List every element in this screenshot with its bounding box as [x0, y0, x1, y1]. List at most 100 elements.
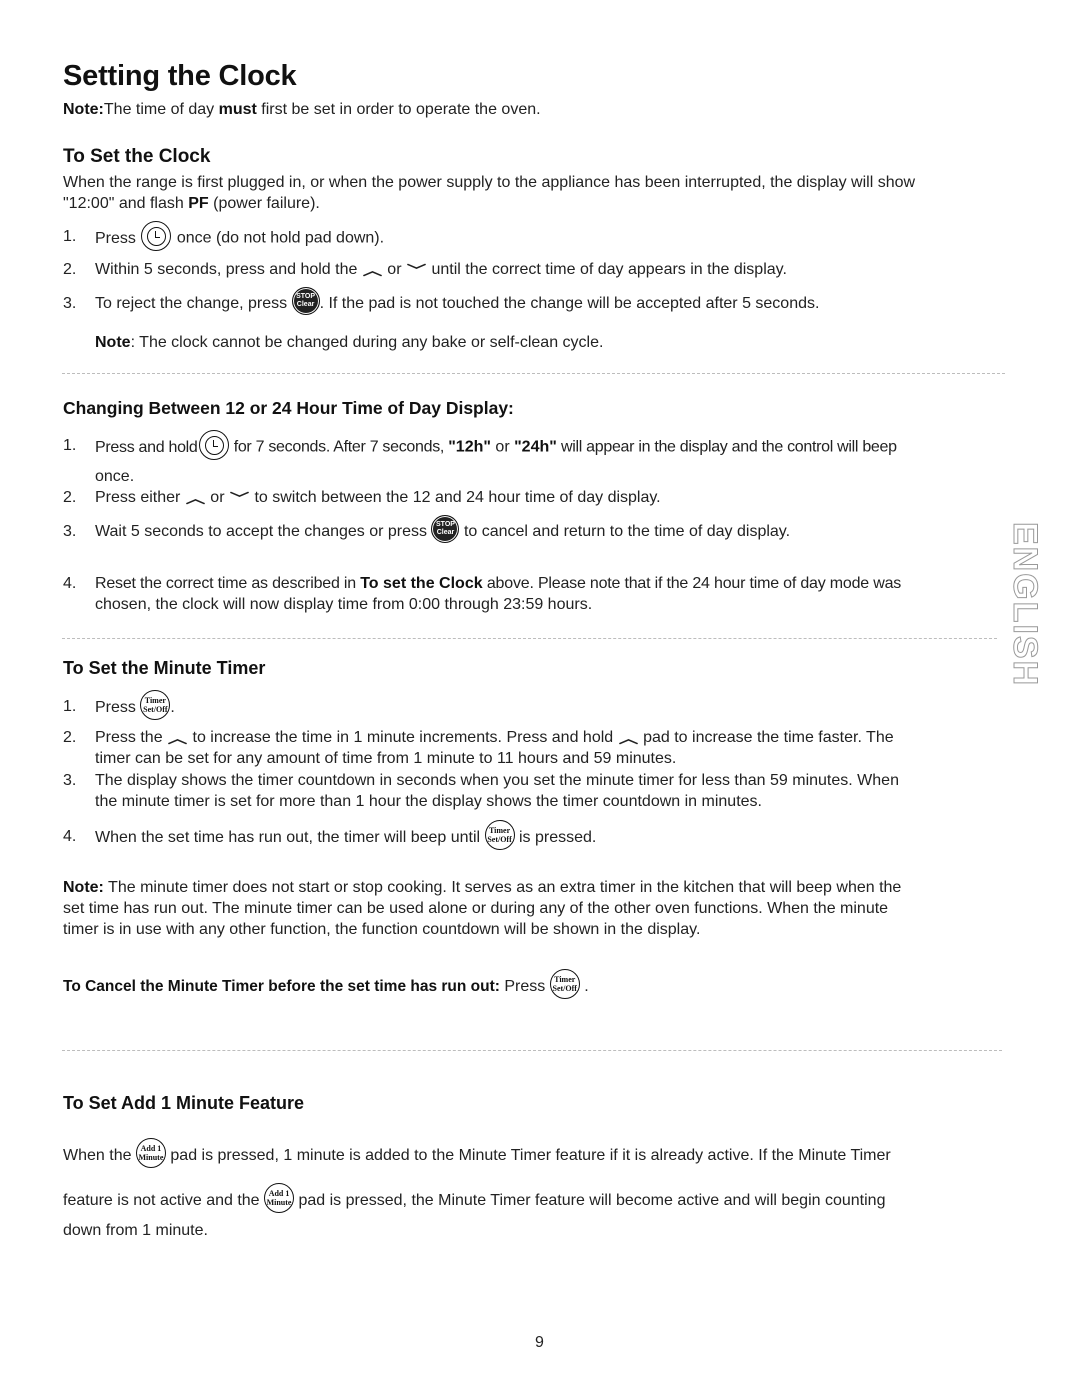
icon-label: STOP [296, 293, 316, 300]
pf-label: PF [188, 195, 209, 212]
section-heading-add-minute: To Set Add 1 Minute Feature [63, 1093, 305, 1113]
set-clock-step-2: 2. Within 5 seconds, press and hold the … [63, 259, 787, 281]
set-clock-step-1: 1. Press once (do not hold pad down). [63, 221, 1013, 251]
step-text: Press the [95, 729, 163, 746]
section-divider [62, 1050, 1002, 1051]
step-text: Wait 5 seconds to accept the changes or … [95, 523, 428, 541]
note-label: Note: [63, 101, 104, 118]
step-text: The display shows the timer countdown in… [95, 772, 899, 789]
icon-label: Set/Off [552, 984, 577, 993]
step-number: 1. [63, 437, 77, 454]
step-text: to cancel and return to the time of day … [463, 523, 791, 541]
icon-label: STOP [436, 521, 455, 528]
change-step-2: 2. Press either ︿ or ﹀ to switch between… [63, 487, 661, 509]
text: feature is not active and the [63, 1192, 260, 1210]
step-number: 1. [63, 698, 77, 715]
step-text: or [387, 261, 402, 278]
text: pad is pressed, the Minute Timer feature… [298, 1192, 886, 1210]
step-text: To reject the change, press [95, 295, 288, 313]
timer-step-1: 1. Press Timer Set/Off. [63, 690, 175, 720]
cancel-heading: To Cancel the Minute Timer before the se… [63, 978, 500, 996]
note-text: The time of day [103, 101, 219, 118]
section-heading-set-clock: To Set the Clock [63, 146, 211, 167]
icon-label: Timer [144, 696, 166, 705]
step-text: or [210, 489, 225, 506]
icon-label: Clear [296, 301, 315, 308]
set-clock-paragraph-line2: "12:00" and flash PF (power failure). [63, 193, 320, 214]
step-text: Reset the correct time as described in [95, 575, 361, 592]
up-arrow-icon: ︿ [167, 731, 188, 746]
timer-set-off-pad-icon: Timer Set/Off [484, 820, 515, 850]
step-number: 2. [63, 729, 77, 746]
note-label: Note [95, 334, 131, 351]
down-arrow-icon: ﹀ [406, 263, 427, 278]
step-text: Press and hold [95, 438, 198, 456]
add-minute-line3: down from 1 minute. [63, 1222, 208, 1239]
set-clock-paragraph-line1: When the range is first plugged in, or w… [63, 174, 916, 191]
add-minute-line2: feature is not active and the Add 1 Minut… [63, 1183, 886, 1213]
set-clock-step-3: 3. To reject the change, press STOP Clear… [63, 287, 820, 315]
change-step-1: 1. Press and hold for 7 seconds. After 7… [63, 430, 897, 460]
icon-label: Clear [436, 529, 455, 536]
icon-label: Add 1 [268, 1189, 290, 1198]
step-number: 2. [63, 261, 77, 278]
side-tab-label: ENGLISH [1006, 521, 1045, 688]
step-text: once (do not hold pad down). [176, 229, 385, 247]
text: (power failure). [208, 195, 320, 212]
step-text: will appear in the display and the contr… [556, 438, 897, 456]
section-divider [62, 638, 997, 639]
icon-label: Timer [554, 975, 576, 984]
note-text: The minute timer does not start or stop … [103, 879, 902, 896]
add-minute-line1: When the Add 1 Minute pad is pressed, 1 m… [63, 1138, 891, 1168]
timer-step-4: 4. When the set time has run out, the ti… [63, 820, 597, 850]
step-text: Press [95, 229, 136, 247]
section-heading-12-24: Changing Between 12 or 24 Hour Time of D… [63, 398, 514, 418]
step-text: Press either [95, 489, 181, 506]
step-number: 4. [63, 575, 77, 592]
cross-reference: To set the Clock [360, 575, 483, 592]
timer-step-3-line2: the minute timer is set for more than 1 … [95, 793, 762, 810]
step-text: Within 5 seconds, press and hold the [95, 261, 358, 278]
icon-label: Set/Off [487, 835, 512, 844]
stop-clear-pad-icon: STOP Clear [431, 515, 460, 543]
add-1-minute-pad-icon: Add 1 Minute [135, 1138, 166, 1168]
up-arrow-icon: ︿ [618, 731, 638, 746]
step-text: to switch between the 12 and 24 hour tim… [254, 489, 661, 506]
intro-note: Note:The time of day must first be set i… [63, 99, 541, 120]
timer-note-line3: timer is in use with any other function,… [63, 921, 701, 938]
timer-set-off-pad-icon: Timer Set/Off [549, 969, 580, 999]
text: pad is pressed, 1 minute is added to the… [170, 1147, 891, 1165]
step-text: is pressed. [518, 829, 597, 847]
note-text: first be set in order to operate the ove… [256, 101, 541, 118]
icon-label: Add 1 [140, 1144, 162, 1153]
step-number: 3. [63, 772, 77, 789]
mode-24h: "24h" [514, 438, 557, 456]
timer-step-2-line2: timer can be set for any amount of time … [95, 750, 677, 767]
change-step-1-line2: once. [95, 468, 135, 485]
change-step-4: 4. Reset the correct time as described i… [63, 573, 901, 594]
step-text: Press [499, 978, 546, 996]
section-heading-minute-timer: To Set the Minute Timer [63, 658, 266, 678]
mode-12h: "12h" [448, 438, 491, 456]
clock-pad-icon [198, 430, 229, 460]
step-text: . [584, 978, 589, 996]
set-clock-note: Note: The clock cannot be changed during… [95, 332, 603, 353]
step-text: . [170, 699, 175, 717]
step-number: 3. [63, 295, 77, 312]
step-number: 3. [63, 523, 77, 540]
step-text: Press [95, 699, 136, 717]
icon-label: Timer [488, 826, 511, 835]
timer-step-3: 3. The display shows the timer countdown… [63, 770, 899, 791]
timer-note-line1: Note: The minute timer does not start or… [63, 877, 901, 898]
stop-clear-pad-icon: STOP Clear [291, 287, 320, 315]
change-step-4-line2: chosen, the clock will now display time … [95, 596, 593, 613]
timer-note-line2: set time has run out. The minute timer c… [63, 900, 889, 917]
step-text: pad to increase the time faster. The [643, 729, 894, 746]
step-text: . If the pad is not touched the change w… [319, 295, 820, 313]
icon-label: Minute [266, 1198, 292, 1207]
page-title: Setting the Clock [63, 60, 297, 92]
note-text: : The clock cannot be changed during any… [130, 334, 604, 351]
text: When the [63, 1147, 132, 1165]
note-label: Note: [63, 879, 104, 896]
step-text: to increase the time in 1 minute increme… [192, 729, 614, 746]
